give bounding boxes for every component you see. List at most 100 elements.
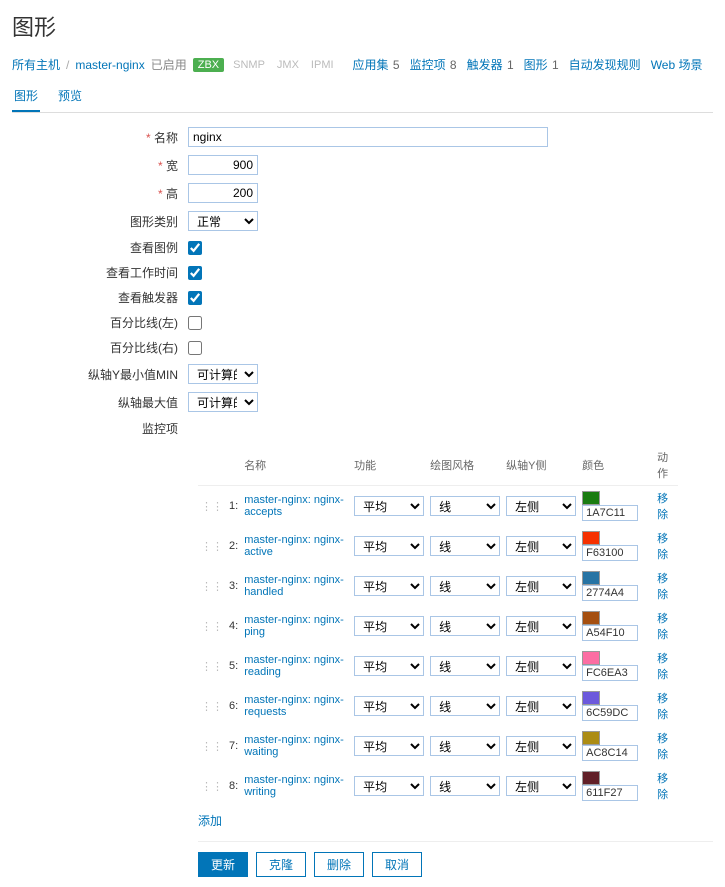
remove-link[interactable]: 移除 — [657, 773, 668, 801]
breadcrumb-host[interactable]: master-nginx — [75, 58, 144, 72]
yaxis-select[interactable]: 左侧 — [506, 576, 576, 596]
style-select[interactable]: 线 — [430, 496, 500, 516]
type-select[interactable]: 正常 — [188, 211, 258, 231]
cancel-button[interactable]: 取消 — [372, 852, 422, 877]
func-select[interactable]: 平均 — [354, 736, 424, 756]
item-name-link[interactable]: master-nginx: nginx-writing — [244, 774, 344, 798]
style-select[interactable]: 线 — [430, 776, 500, 796]
clone-button[interactable]: 克隆 — [256, 852, 306, 877]
add-item-link[interactable]: 添加 — [198, 812, 222, 829]
drag-icon[interactable]: ⋮⋮ — [201, 781, 223, 793]
item-name-link[interactable]: master-nginx: nginx-active — [244, 534, 344, 558]
color-swatch[interactable] — [582, 531, 600, 545]
table-row: ⋮⋮2:master-nginx: nginx-active平均线左侧 F631… — [198, 526, 678, 566]
tag-snmp: SNMP — [230, 58, 268, 72]
drag-icon[interactable]: ⋮⋮ — [201, 581, 223, 593]
nav-link[interactable]: 应用集 — [353, 58, 389, 72]
func-select[interactable]: 平均 — [354, 616, 424, 636]
worktime-checkbox[interactable] — [188, 266, 202, 280]
remove-link[interactable]: 移除 — [657, 493, 668, 521]
style-select[interactable]: 线 — [430, 536, 500, 556]
remove-link[interactable]: 移除 — [657, 613, 668, 641]
yaxis-select[interactable]: 左侧 — [506, 616, 576, 636]
name-field[interactable] — [188, 127, 548, 147]
ymin-select[interactable]: 可计算的 — [188, 364, 258, 384]
color-swatch[interactable] — [582, 571, 600, 585]
drag-icon[interactable]: ⋮⋮ — [201, 661, 223, 673]
nav-link[interactable]: Web 场景 — [651, 58, 703, 72]
label-width: 宽 — [12, 157, 188, 174]
nav-link[interactable]: 图形 — [524, 58, 548, 72]
drag-icon[interactable]: ⋮⋮ — [201, 741, 223, 753]
color-code[interactable]: 6C59DC — [582, 705, 638, 721]
breadcrumb-all-hosts[interactable]: 所有主机 — [12, 56, 60, 73]
color-code[interactable]: AC8C14 — [582, 745, 638, 761]
style-select[interactable]: 线 — [430, 656, 500, 676]
remove-link[interactable]: 移除 — [657, 573, 668, 601]
color-swatch[interactable] — [582, 771, 600, 785]
yaxis-select[interactable]: 左侧 — [506, 496, 576, 516]
nav-link[interactable]: 自动发现规则 — [569, 58, 641, 72]
nav-count: 5 — [390, 58, 400, 72]
percent-right-checkbox[interactable] — [188, 341, 202, 355]
width-field[interactable] — [188, 155, 258, 175]
update-button[interactable]: 更新 — [198, 852, 248, 877]
percent-left-checkbox[interactable] — [188, 316, 202, 330]
color-swatch[interactable] — [582, 651, 600, 665]
drag-icon[interactable]: ⋮⋮ — [201, 621, 223, 633]
item-name-link[interactable]: master-nginx: nginx-requests — [244, 694, 344, 718]
tabs: 图形 预览 — [12, 81, 713, 113]
nav-link[interactable]: 触发器 — [467, 58, 503, 72]
style-select[interactable]: 线 — [430, 616, 500, 636]
func-select[interactable]: 平均 — [354, 496, 424, 516]
drag-icon[interactable]: ⋮⋮ — [201, 501, 223, 513]
tab-graph[interactable]: 图形 — [12, 81, 40, 112]
remove-link[interactable]: 移除 — [657, 653, 668, 681]
style-select[interactable]: 线 — [430, 696, 500, 716]
label-triggers: 查看触发器 — [12, 289, 188, 306]
item-name-link[interactable]: master-nginx: nginx-waiting — [244, 734, 344, 758]
delete-button[interactable]: 删除 — [314, 852, 364, 877]
func-select[interactable]: 平均 — [354, 696, 424, 716]
remove-link[interactable]: 移除 — [657, 733, 668, 761]
drag-icon[interactable]: ⋮⋮ — [201, 701, 223, 713]
func-select[interactable]: 平均 — [354, 656, 424, 676]
color-swatch[interactable] — [582, 491, 600, 505]
color-swatch[interactable] — [582, 611, 600, 625]
yaxis-select[interactable]: 左侧 — [506, 776, 576, 796]
func-select[interactable]: 平均 — [354, 576, 424, 596]
yaxis-select[interactable]: 左侧 — [506, 696, 576, 716]
style-select[interactable]: 线 — [430, 736, 500, 756]
item-name-link[interactable]: master-nginx: nginx-accepts — [244, 494, 344, 518]
item-name-link[interactable]: master-nginx: nginx-ping — [244, 614, 344, 638]
color-code[interactable]: A54F10 — [582, 625, 638, 641]
color-code[interactable]: 611F27 — [582, 785, 638, 801]
remove-link[interactable]: 移除 — [657, 693, 668, 721]
color-code[interactable]: FC6EA3 — [582, 665, 638, 681]
yaxis-select[interactable]: 左侧 — [506, 736, 576, 756]
table-row: ⋮⋮1:master-nginx: nginx-accepts平均线左侧 1A7… — [198, 486, 678, 527]
row-index: 5: — [226, 646, 241, 686]
legend-checkbox[interactable] — [188, 241, 202, 255]
yaxis-select[interactable]: 左侧 — [506, 656, 576, 676]
items-table: 名称 功能 绘图风格 纵轴Y侧 颜色 动作 ⋮⋮1:master-nginx: … — [198, 445, 678, 806]
remove-link[interactable]: 移除 — [657, 533, 668, 561]
func-select[interactable]: 平均 — [354, 776, 424, 796]
color-swatch[interactable] — [582, 691, 600, 705]
color-code[interactable]: F63100 — [582, 545, 638, 561]
color-code[interactable]: 1A7C11 — [582, 505, 638, 521]
color-swatch[interactable] — [582, 731, 600, 745]
nav-link[interactable]: 监控项 — [410, 58, 446, 72]
yaxis-select[interactable]: 左侧 — [506, 536, 576, 556]
tab-preview[interactable]: 预览 — [56, 81, 84, 112]
style-select[interactable]: 线 — [430, 576, 500, 596]
triggers-checkbox[interactable] — [188, 291, 202, 305]
color-code[interactable]: 2774A4 — [582, 585, 638, 601]
breadcrumb-enabled: 已启用 — [151, 56, 187, 73]
height-field[interactable] — [188, 183, 258, 203]
ymax-select[interactable]: 可计算的 — [188, 392, 258, 412]
drag-icon[interactable]: ⋮⋮ — [201, 541, 223, 553]
th-style: 绘图风格 — [427, 445, 503, 486]
item-name-link[interactable]: master-nginx: nginx-reading — [244, 654, 344, 678]
func-select[interactable]: 平均 — [354, 536, 424, 556]
